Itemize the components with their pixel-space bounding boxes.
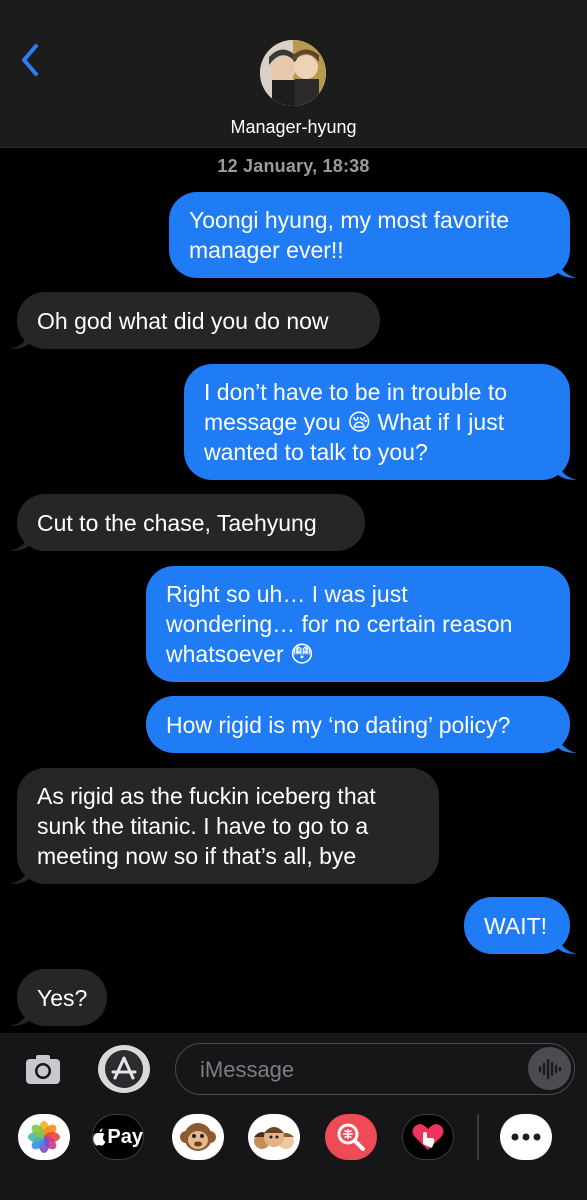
apple-pay-app-icon (93, 1128, 106, 1146)
message-bubble-incoming[interactable]: As rigid as the fuckin iceberg that sunk… (10, 768, 439, 884)
chevron-left-icon (22, 44, 38, 76)
message-text-line: meeting now so if that’s all, bye (37, 843, 357, 869)
message-text-line: Yes? (37, 984, 88, 1011)
app-store-button[interactable] (98, 1045, 150, 1093)
message-text-line: whatsoever 😳 (166, 641, 314, 667)
message-bubble-incoming[interactable]: Yes? (10, 969, 107, 1026)
message-bubble-incoming[interactable]: Cut to the chase, Taehyung (10, 494, 365, 551)
message-bubble-incoming[interactable]: Oh god what did you do now (10, 292, 380, 349)
audio-message-button[interactable] (528, 1047, 571, 1090)
message-input-field[interactable] (175, 1043, 575, 1095)
camera-button[interactable] (24, 1050, 62, 1088)
message-input[interactable] (198, 1044, 502, 1095)
image-search-app-icon (337, 1123, 365, 1151)
message-text-line: WAIT! (484, 912, 548, 939)
memoji-app-icon (254, 1127, 294, 1149)
message-bubble-outgoing[interactable]: I don’t have to be in trouble to message… (184, 364, 577, 480)
message-text-line: wanted to talk to you? (204, 439, 428, 465)
message-bubble-outgoing[interactable]: How rigid is my ‘no dating’ policy? (146, 696, 577, 753)
message-bubble-outgoing[interactable]: WAIT! (464, 897, 577, 954)
message-bubble-outgoing[interactable]: Yoongi hyung, my most favorite manager e… (169, 192, 577, 278)
app-store-icon (105, 1050, 143, 1088)
message-text-line: Right so uh… I was just (166, 581, 408, 607)
message-text-line: wondering… for no certain reason (166, 611, 513, 637)
photos-app-icon (28, 1121, 60, 1153)
apple-pay-app-button[interactable]: Pay (92, 1114, 144, 1160)
contact-name[interactable]: Manager-hyung (0, 117, 587, 138)
more-apps-icon (511, 1133, 541, 1141)
contact-avatar[interactable] (260, 40, 326, 106)
message-text-line: Yoongi hyung, my most favorite (189, 207, 510, 233)
conversation-header: Manager-hyung (0, 0, 587, 148)
message-text-line: Cut to the chase, Taehyung (37, 509, 317, 536)
animoji-app-icon (180, 1123, 216, 1151)
message-text-line: Oh god what did you do now (37, 307, 329, 334)
conversation-timestamp: 12 January, 18:38 (217, 156, 370, 176)
audio-waveform-icon (538, 1058, 561, 1079)
camera-icon (26, 1055, 60, 1084)
message-text-line: message you 😪 What if I just (204, 409, 505, 435)
message-text-line: manager ever!! (189, 237, 344, 263)
digital-touch-app-icon (412, 1124, 444, 1150)
apple-pay-label: Pay (107, 1125, 143, 1148)
memoji-app-button[interactable] (248, 1114, 300, 1160)
more-apps-button[interactable] (500, 1114, 552, 1160)
digital-touch-app-button[interactable] (402, 1114, 454, 1160)
message-bubble-outgoing[interactable]: Right so uh… I was just wondering… for n… (146, 566, 570, 682)
photos-app-button[interactable] (18, 1114, 70, 1160)
message-text-line: sunk the titanic. I have to go to a (37, 813, 369, 839)
animoji-app-button[interactable] (172, 1114, 224, 1160)
back-button[interactable] (16, 42, 48, 78)
image-search-app-button[interactable] (325, 1114, 377, 1160)
app-drawer-divider (477, 1114, 479, 1160)
message-text-line: How rigid is my ‘no dating’ policy? (166, 711, 511, 738)
message-text-line: I don’t have to be in trouble to (204, 379, 508, 405)
message-text-line: As rigid as the fuckin iceberg that (37, 783, 376, 809)
